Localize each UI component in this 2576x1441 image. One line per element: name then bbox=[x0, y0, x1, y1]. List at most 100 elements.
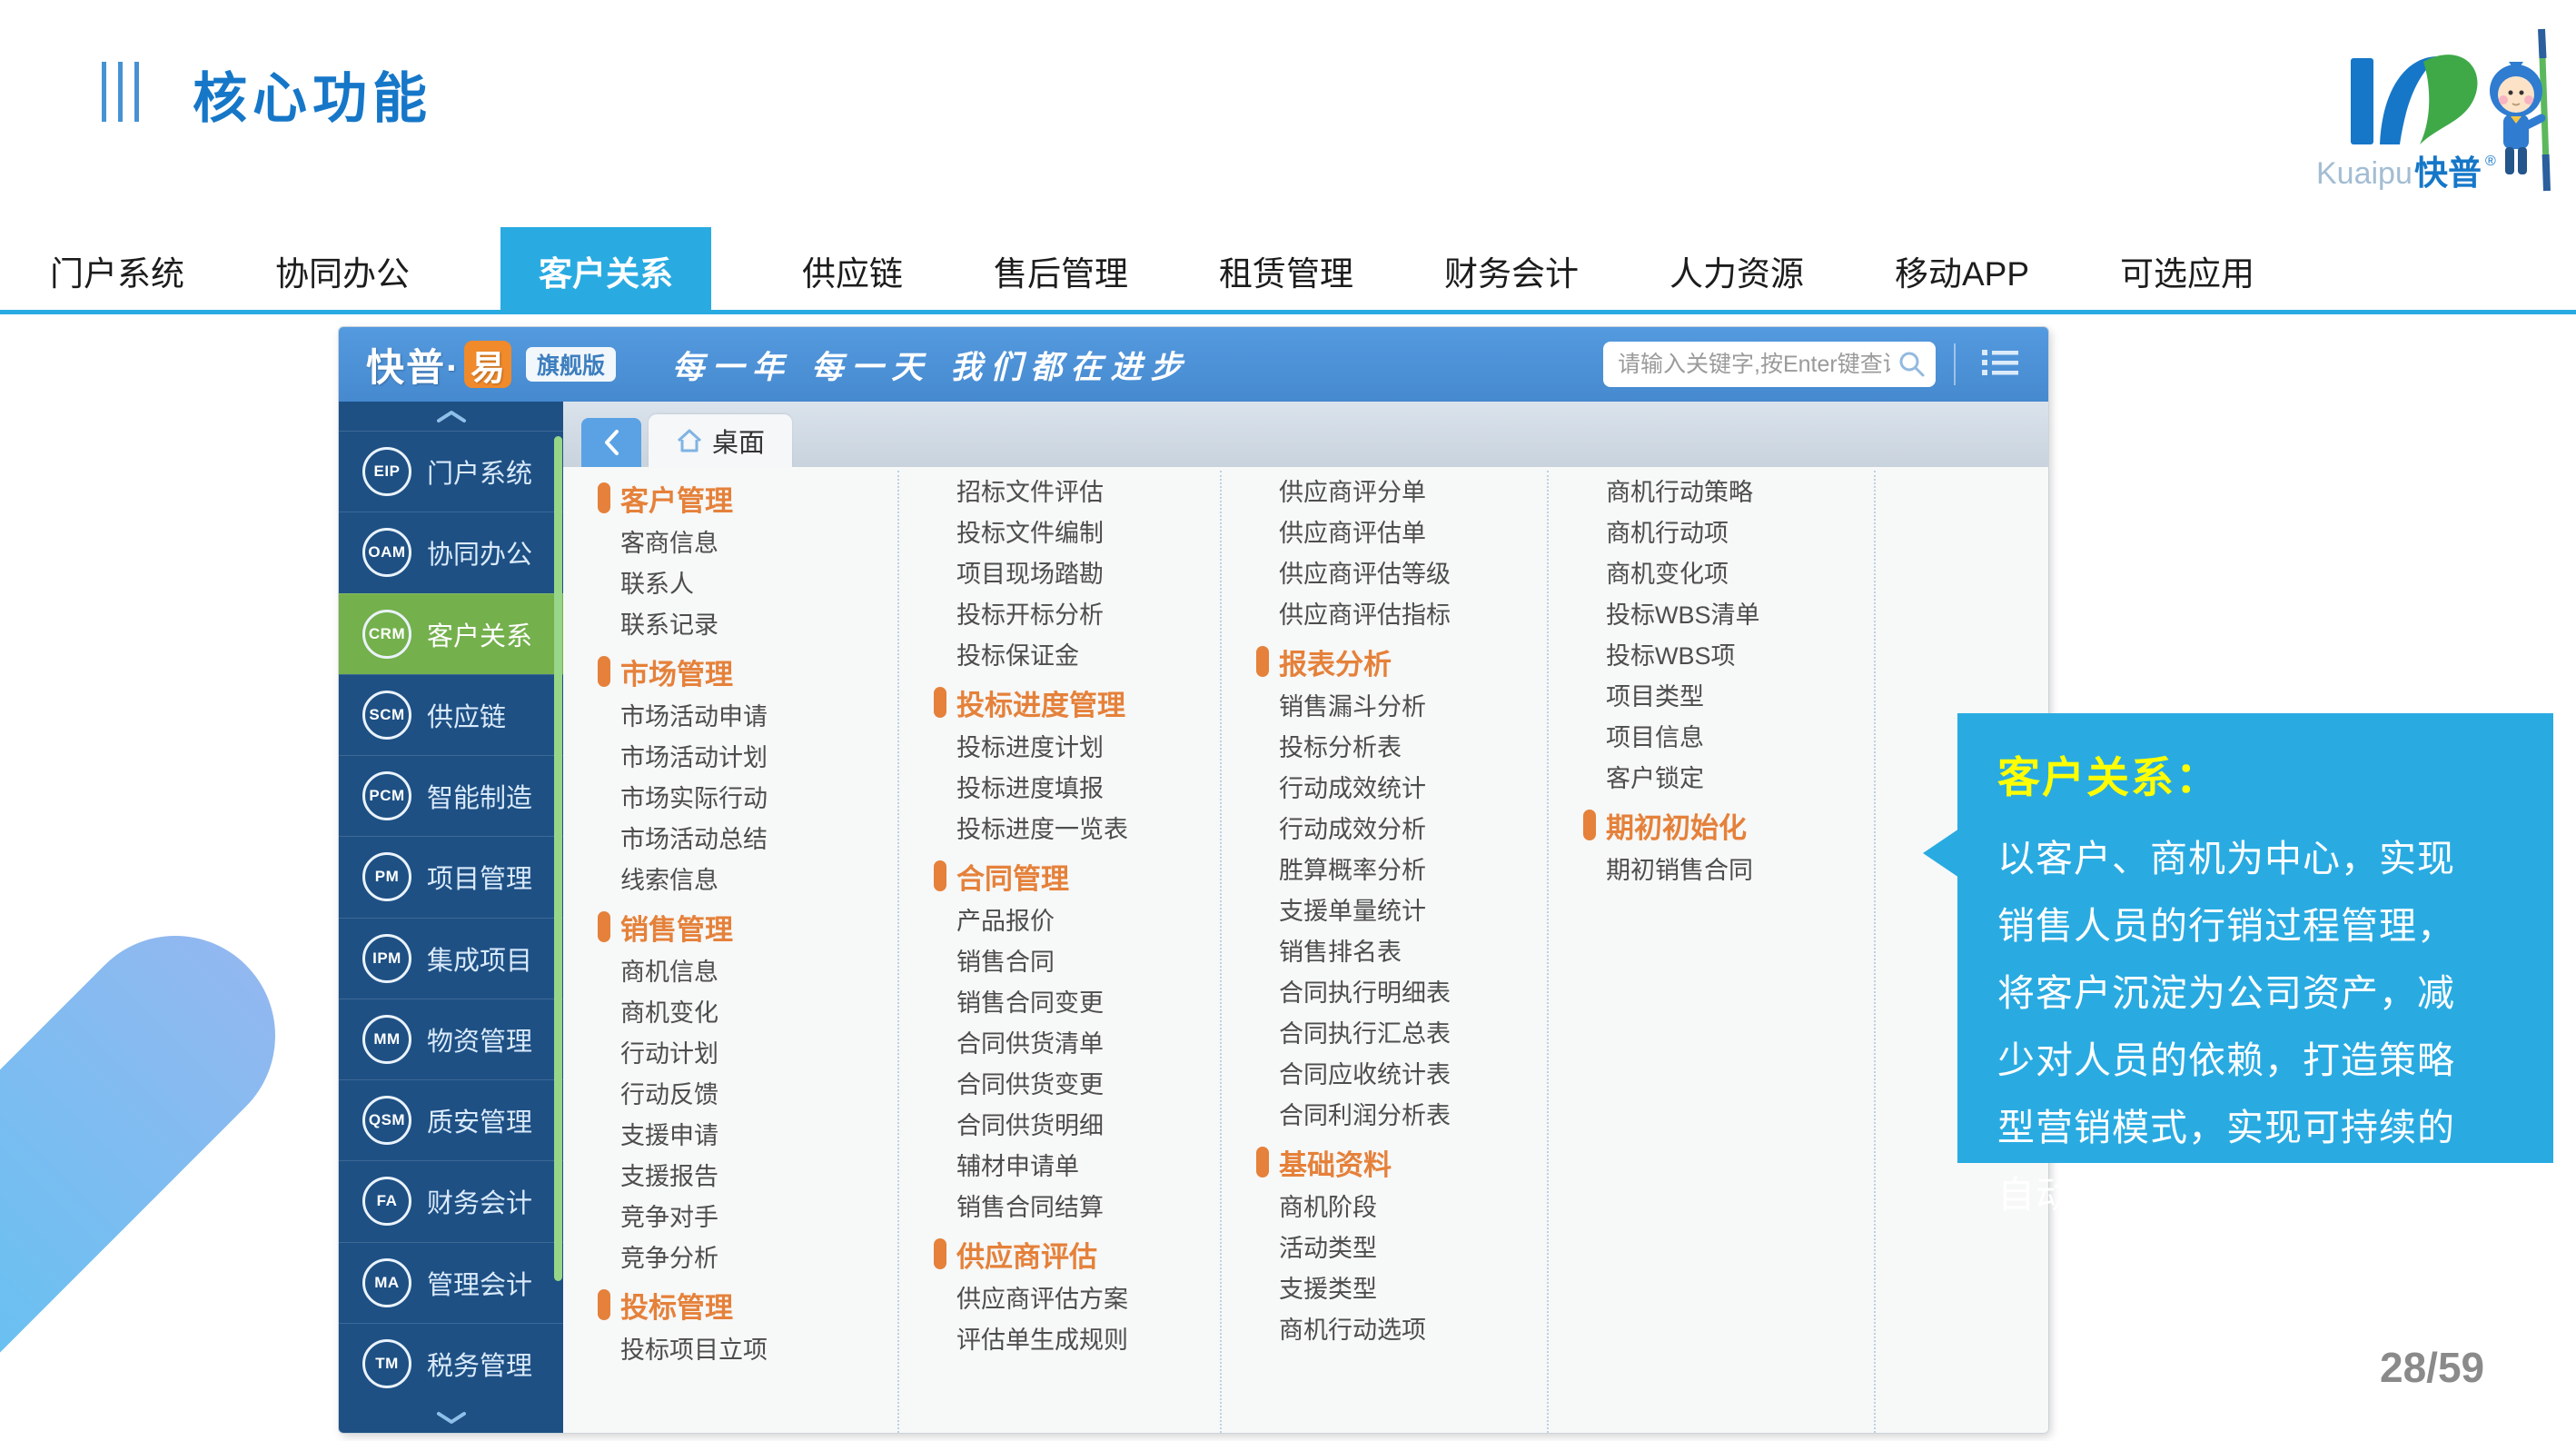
menu-item[interactable]: 合同供货清单 bbox=[899, 1024, 1220, 1065]
menu-item[interactable]: 市场活动计划 bbox=[563, 738, 897, 779]
menu-item[interactable]: 销售合同变更 bbox=[899, 983, 1220, 1024]
menu-item[interactable]: 竞争分析 bbox=[563, 1238, 897, 1279]
menu-item[interactable]: 期初销售合同 bbox=[1549, 850, 1874, 891]
menu-item[interactable]: 投标保证金 bbox=[899, 636, 1220, 677]
sidebar-item-scm[interactable]: SCM供应链 bbox=[339, 674, 563, 755]
menu-item[interactable]: 销售合同结算 bbox=[899, 1188, 1220, 1228]
menu-item[interactable]: 供应商评估方案 bbox=[899, 1279, 1220, 1320]
menu-item[interactable]: 辅材申请单 bbox=[899, 1147, 1220, 1188]
menu-item[interactable]: 投标分析表 bbox=[1222, 728, 1547, 769]
menu-item[interactable]: 销售排名表 bbox=[1222, 932, 1547, 973]
module-tab-2[interactable]: 协同办公 bbox=[275, 246, 410, 295]
menu-item[interactable]: 投标进度一览表 bbox=[899, 810, 1220, 850]
menu-item[interactable]: 客商信息 bbox=[563, 523, 897, 564]
menu-item[interactable]: 合同执行明细表 bbox=[1222, 973, 1547, 1014]
sidebar-item-mm[interactable]: MM物资管理 bbox=[339, 999, 563, 1079]
menu-item[interactable]: 供应商评分单 bbox=[1222, 472, 1547, 513]
menu-item[interactable]: 商机变化 bbox=[563, 993, 897, 1034]
sidebar-scrollbar[interactable] bbox=[554, 436, 562, 1281]
sidebar-item-pcm[interactable]: PCM智能制造 bbox=[339, 755, 563, 836]
menu-item[interactable]: 投标开标分析 bbox=[899, 595, 1220, 636]
menu-item[interactable]: 投标项目立项 bbox=[563, 1330, 897, 1371]
sidebar-item-tm[interactable]: TM税务管理 bbox=[339, 1323, 563, 1404]
sidebar-item-ma[interactable]: MA管理会计 bbox=[339, 1242, 563, 1323]
tab-desktop[interactable]: 桌面 bbox=[649, 414, 792, 467]
module-tab-3[interactable]: 客户关系 bbox=[500, 227, 711, 313]
menu-item[interactable]: 项目信息 bbox=[1549, 718, 1874, 759]
menu-section-title: 合同管理 bbox=[956, 856, 1069, 897]
module-tab-6[interactable]: 租赁管理 bbox=[1219, 246, 1353, 295]
menu-item[interactable]: 合同供货变更 bbox=[899, 1065, 1220, 1106]
menu-item[interactable]: 客户锁定 bbox=[1549, 759, 1874, 800]
menu-item[interactable]: 商机行动选项 bbox=[1222, 1310, 1547, 1351]
menu-item[interactable]: 行动成效分析 bbox=[1222, 810, 1547, 850]
sidebar-item-crm[interactable]: CRM客户关系 bbox=[339, 593, 563, 674]
menu-item[interactable]: 支援类型 bbox=[1222, 1269, 1547, 1310]
menu-item[interactable]: 联系记录 bbox=[563, 605, 897, 646]
menu-item[interactable]: 线索信息 bbox=[563, 860, 897, 901]
sidebar-item-fa[interactable]: FA财务会计 bbox=[339, 1160, 563, 1241]
menu-item[interactable]: 合同供货明细 bbox=[899, 1106, 1220, 1147]
menu-item[interactable]: 合同应收统计表 bbox=[1222, 1055, 1547, 1096]
menu-item[interactable]: 投标进度计划 bbox=[899, 728, 1220, 769]
menu-item[interactable]: 支援单量统计 bbox=[1222, 891, 1547, 932]
menu-item[interactable]: 项目类型 bbox=[1549, 677, 1874, 718]
menu-item[interactable]: 投标进度填报 bbox=[899, 769, 1220, 810]
menu-item[interactable]: 市场实际行动 bbox=[563, 779, 897, 820]
menu-item[interactable]: 评估单生成规则 bbox=[899, 1320, 1220, 1361]
sidebar-item-ipm[interactable]: IPM集成项目 bbox=[339, 918, 563, 999]
menu-item[interactable]: 合同执行汇总表 bbox=[1222, 1014, 1547, 1055]
menu-item[interactable]: 活动类型 bbox=[1222, 1228, 1547, 1269]
menu-item[interactable]: 商机信息 bbox=[563, 952, 897, 993]
menu-item[interactable]: 供应商评估单 bbox=[1222, 513, 1547, 554]
sidebar-item-pm[interactable]: PM项目管理 bbox=[339, 836, 563, 917]
menu-item[interactable]: 商机阶段 bbox=[1222, 1188, 1547, 1228]
menu-item[interactable]: 行动计划 bbox=[563, 1034, 897, 1075]
module-tab-5[interactable]: 售后管理 bbox=[994, 246, 1128, 295]
sidebar-item-qsm[interactable]: QSM质安管理 bbox=[339, 1079, 563, 1160]
sidebar-scroll-up[interactable] bbox=[339, 402, 563, 431]
menu-item[interactable]: 支援申请 bbox=[563, 1116, 897, 1157]
menu-item[interactable]: 行动成效统计 bbox=[1222, 769, 1547, 810]
menu-item[interactable]: 产品报价 bbox=[899, 901, 1220, 942]
heading-marker bbox=[934, 687, 946, 718]
menu-item[interactable]: 支援报告 bbox=[563, 1157, 897, 1198]
menu-item[interactable]: 项目现场踏勘 bbox=[899, 554, 1220, 595]
module-tab-4[interactable]: 供应链 bbox=[802, 246, 903, 295]
module-tab-7[interactable]: 财务会计 bbox=[1444, 246, 1579, 295]
menu-item[interactable]: 投标WBS清单 bbox=[1549, 595, 1874, 636]
sidebar-scroll-down[interactable] bbox=[339, 1404, 563, 1433]
search-icon[interactable] bbox=[1897, 350, 1927, 379]
module-tab-8[interactable]: 人力资源 bbox=[1669, 246, 1804, 295]
module-tab-1[interactable]: 门户系统 bbox=[50, 246, 184, 295]
menu-item[interactable]: 商机行动策略 bbox=[1549, 472, 1874, 513]
menu-item[interactable]: 供应商评估指标 bbox=[1222, 595, 1547, 636]
search-input[interactable] bbox=[1603, 342, 1936, 387]
back-button[interactable] bbox=[581, 418, 641, 467]
menu-item[interactable]: 合同利润分析表 bbox=[1222, 1096, 1547, 1137]
menu-item[interactable]: 销售合同 bbox=[899, 942, 1220, 983]
edition-badge: 旗舰版 bbox=[526, 347, 616, 382]
menu-item[interactable]: 胜算概率分析 bbox=[1222, 850, 1547, 891]
sidebar-item-label: 质安管理 bbox=[427, 1101, 532, 1139]
menu-item[interactable]: 投标文件编制 bbox=[899, 513, 1220, 554]
menu-item[interactable]: 联系人 bbox=[563, 564, 897, 605]
menu-item[interactable]: 市场活动总结 bbox=[563, 820, 897, 860]
module-acronym-badge: EIP bbox=[362, 447, 411, 496]
menu-item[interactable]: 商机行动项 bbox=[1549, 513, 1874, 554]
menu-item[interactable]: 竞争对手 bbox=[563, 1198, 897, 1238]
sidebar-item-label: 物资管理 bbox=[427, 1020, 532, 1058]
menu-item[interactable]: 行动反馈 bbox=[563, 1075, 897, 1116]
module-tab-10[interactable]: 可选应用 bbox=[2120, 246, 2254, 295]
sidebar-item-oam[interactable]: OAM协同办公 bbox=[339, 512, 563, 592]
module-tab-9[interactable]: 移动APP bbox=[1895, 246, 2029, 295]
menu-item[interactable]: 销售漏斗分析 bbox=[1222, 687, 1547, 728]
menu-item[interactable]: 投标WBS项 bbox=[1549, 636, 1874, 677]
menu-item[interactable]: 招标文件评估 bbox=[899, 472, 1220, 513]
menu-item[interactable]: 商机变化项 bbox=[1549, 554, 1874, 595]
menu-item[interactable]: 供应商评估等级 bbox=[1222, 554, 1547, 595]
menu-item[interactable]: 市场活动申请 bbox=[563, 697, 897, 738]
brand-cn-text: 快普 bbox=[2414, 154, 2482, 192]
sidebar-item-eip[interactable]: EIP门户系统 bbox=[339, 431, 563, 512]
list-menu-icon[interactable] bbox=[1974, 345, 2026, 384]
